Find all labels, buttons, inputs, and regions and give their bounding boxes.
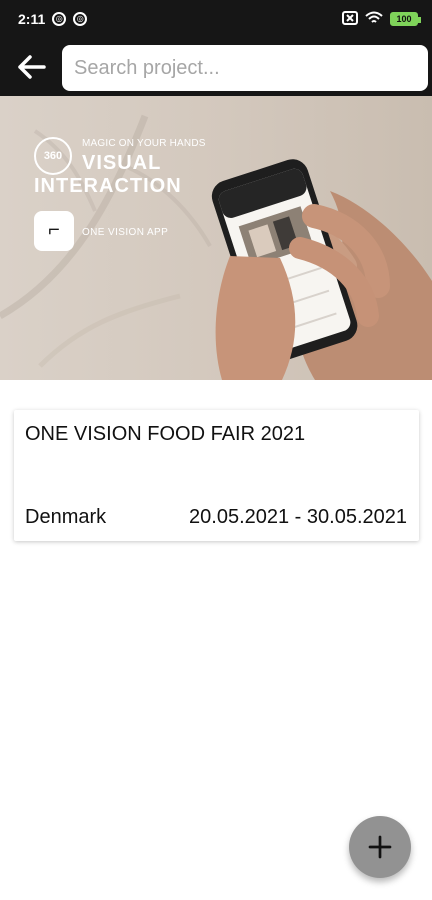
banner-title-line2: INTERACTION [34,175,182,197]
add-project-button[interactable] [349,816,411,878]
project-card[interactable]: ONE VISION FOOD FAIR 2021 Denmark 20.05.… [14,410,419,541]
banner-tagline: MAGIC ON YOUR HANDS [82,138,206,149]
app-bar [0,38,432,96]
status-left: 2:11 ◎ ◎ [18,11,88,27]
plus-icon [368,835,392,859]
battery-icon: 100 [390,12,421,26]
notification-circle-icon: ◎ [73,12,88,26]
notification-circle-icon: ◎ [52,12,67,26]
back-button[interactable] [10,46,52,88]
hero-banner: 360 MAGIC ON YOUR HANDS VISUAL INTERACTI… [0,96,432,380]
search-input[interactable] [62,45,428,91]
status-right: 100 [342,10,421,28]
close-box-icon [342,10,358,28]
app-logo-icon: ⌐ [34,211,74,251]
wifi-icon [365,11,383,28]
banner-app-name: ONE VISION APP [82,227,169,238]
360-icon: 360 [34,137,72,175]
status-time: 2:11 [18,11,46,27]
project-country: Denmark [25,506,107,528]
status-bar: 2:11 ◎ ◎ 100 [0,0,432,38]
back-arrow-icon [18,55,46,79]
project-dates: 20.05.2021 - 30.05.2021 [189,506,407,528]
project-title: ONE VISION FOOD FAIR 2021 [25,423,306,445]
banner-title-line1: VISUAL [82,152,162,174]
